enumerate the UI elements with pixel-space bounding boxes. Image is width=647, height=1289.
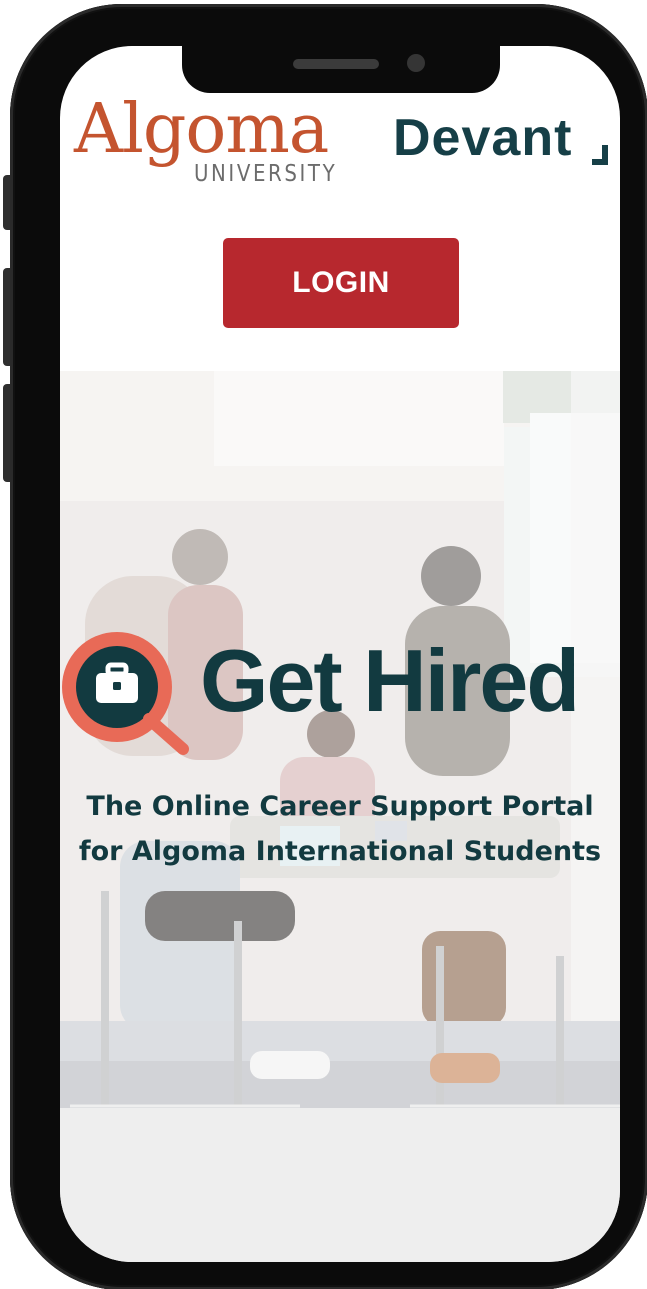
algoma-wordmark: Algoma: [74, 90, 329, 169]
camera-icon: [407, 54, 425, 72]
header-logos: Algoma UNIVERSITY Devant: [60, 96, 620, 210]
phone-screen: Algoma UNIVERSITY Devant LOGIN Get Hired…: [60, 46, 620, 1262]
devant-wordmark: Devant: [393, 109, 573, 167]
phone-mockup: Algoma UNIVERSITY Devant LOGIN Get Hired…: [0, 0, 647, 1289]
magnifying-glass-briefcase-icon: [62, 632, 189, 755]
portal-subtitle-line-1: The Online Career Support Portal: [86, 791, 594, 822]
get-hired-title: Get Hired: [200, 631, 580, 730]
phone-notch: [182, 46, 500, 93]
login-button[interactable]: LOGIN: [223, 238, 459, 328]
devant-logo: Devant: [393, 112, 613, 190]
algoma-university-logo: Algoma UNIVERSITY: [74, 96, 346, 210]
university-wordmark: UNIVERSITY: [194, 161, 338, 187]
portal-subtitle-line-2: for Algoma International Students: [78, 836, 602, 867]
empty-bottom-area: [60, 1108, 620, 1262]
devant-corner-mark: [592, 145, 608, 165]
hero-banner: Get Hired The Online Career Support Port…: [60, 371, 620, 1108]
phone-frame: Algoma UNIVERSITY Devant LOGIN Get Hired…: [10, 4, 647, 1289]
speaker-icon: [293, 59, 379, 69]
